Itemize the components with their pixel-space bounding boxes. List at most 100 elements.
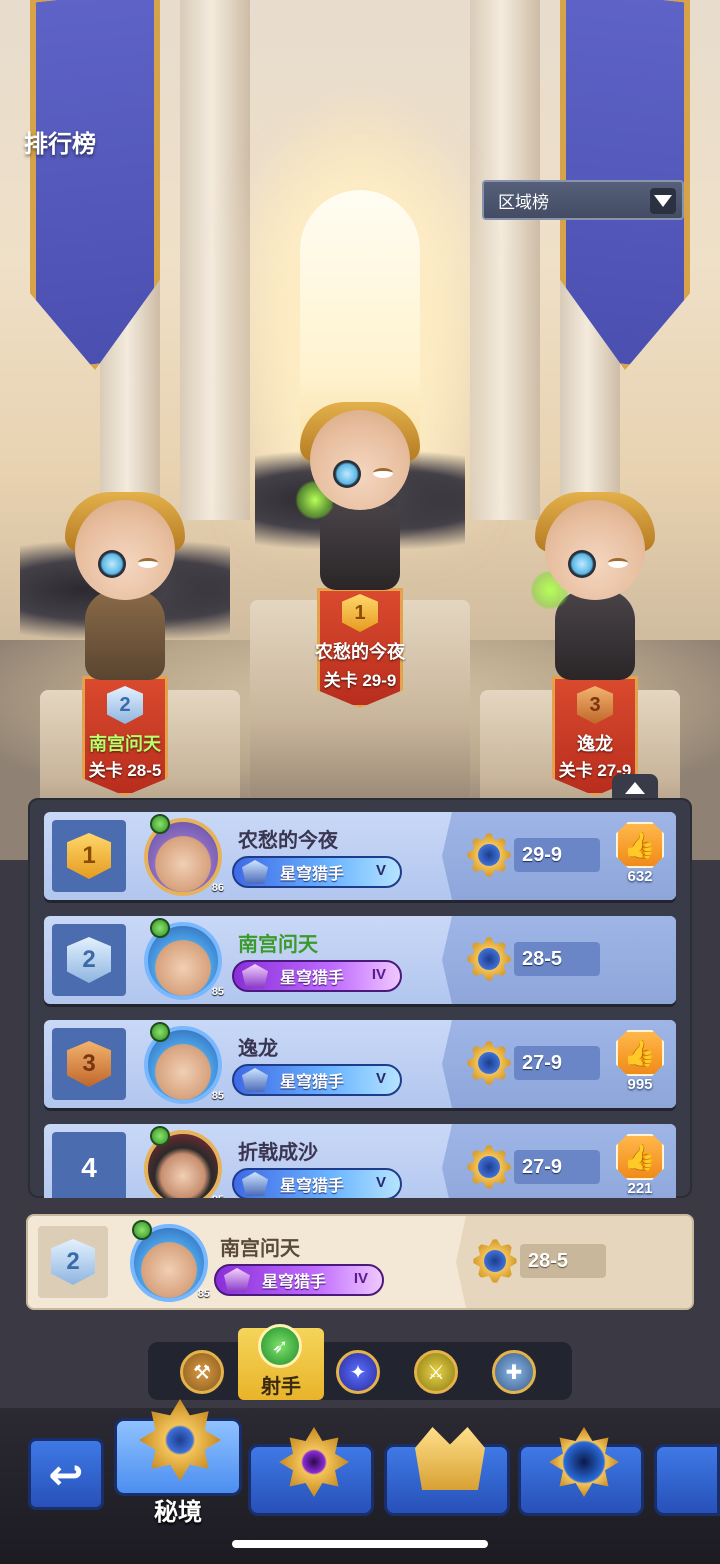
- player-name: 折戟成沙: [238, 1142, 318, 1164]
- goggle-icon: [568, 550, 596, 578]
- title-tier: IV: [371, 966, 386, 983]
- thumbs-up-icon[interactable]: 👍: [616, 1134, 664, 1180]
- archer-class-icon: [150, 1022, 170, 1042]
- podium-name-2: 南宫问天: [89, 734, 161, 754]
- stage-emblem-icon: [464, 1038, 514, 1088]
- title-emblem-icon: [224, 1268, 250, 1292]
- title-text: 星穹猎手: [262, 1274, 327, 1291]
- nav-tab-secret-realm[interactable]: [114, 1399, 242, 1496]
- rank-badge: 2: [51, 1239, 95, 1285]
- title-emblem-icon: [242, 964, 268, 988]
- class-tab-label: 射手: [261, 1376, 301, 1398]
- home-indicator: [232, 1540, 488, 1548]
- rank-badge: 3: [67, 1041, 111, 1087]
- mage-class-icon[interactable]: ✦: [336, 1350, 380, 1394]
- title-plate: 星穹猎手 V: [232, 1168, 402, 1198]
- title-emblem-icon: [242, 1172, 268, 1196]
- back-button[interactable]: ↩: [28, 1438, 104, 1510]
- nav-tab-crown[interactable]: [384, 1427, 510, 1516]
- pillar: [470, 0, 540, 520]
- nav-tab-more[interactable]: [654, 1444, 720, 1516]
- leaderboard-row[interactable]: 2 85 南宫问天 星穹猎手 IV 28-5: [44, 916, 676, 1004]
- leaderboard-row[interactable]: 4 85 折戟成沙 星穹猎手 V 27-9 👍 221: [44, 1124, 676, 1198]
- title-plate: 星穹猎手 IV: [232, 960, 402, 992]
- class-tab-archer[interactable]: ➶ 射手: [238, 1324, 324, 1400]
- archer-class-icon: [132, 1220, 152, 1240]
- title-emblem-icon: [242, 860, 268, 884]
- stage-value: 28-5: [514, 942, 600, 976]
- avatar-level: 85: [211, 986, 224, 998]
- title-text: 星穹猎手: [280, 1074, 345, 1091]
- hero-rank-2[interactable]: [20, 492, 230, 700]
- title-tier: V: [375, 862, 386, 879]
- title-text: 星穹猎手: [280, 1178, 345, 1195]
- title-text: 星穹猎手: [280, 866, 345, 883]
- crown-icon: [415, 1427, 485, 1490]
- rank-box: 4: [52, 1132, 126, 1198]
- chevron-down-icon: [650, 188, 676, 214]
- avatar-level: 85: [211, 1090, 224, 1102]
- title-tier: V: [375, 1070, 386, 1087]
- thumbs-up-icon[interactable]: 👍: [616, 822, 664, 868]
- nav-tab-void[interactable]: [248, 1427, 374, 1516]
- arena-background: 1 农愁的今夜 关卡 29-9 2 南宫问天 关卡 28-5 3 逸龙 关卡 2…: [0, 0, 720, 860]
- stage-emblem-icon: [464, 934, 514, 984]
- avatar-level: 85: [212, 1194, 224, 1198]
- secret-realm-icon: [139, 1399, 221, 1481]
- rank-box: 3: [52, 1028, 126, 1100]
- stage-emblem-icon: [464, 1142, 514, 1192]
- rank-box: 1: [52, 820, 126, 892]
- leaderboard-row[interactable]: 3 85 逸龙 星穹猎手 V 27-9 👍 995: [44, 1020, 676, 1108]
- my-rank-row[interactable]: 2 85 南宫问天 星穹猎手 IV 28-5: [28, 1216, 692, 1308]
- stage-value: 29-9: [514, 838, 600, 872]
- player-name: 南宫问天: [238, 934, 318, 956]
- avatar-level: 85: [197, 1288, 210, 1300]
- rank-number: 4: [81, 1152, 97, 1183]
- like-count: 995: [627, 1076, 653, 1093]
- stage-value: 28-5: [520, 1244, 606, 1278]
- rank-box: 2: [38, 1226, 108, 1298]
- rank-badge: 1: [67, 833, 111, 879]
- archer-class-icon: [150, 1126, 170, 1146]
- thumbs-up-icon[interactable]: 👍: [616, 1030, 664, 1076]
- page-title: 排行榜: [24, 131, 96, 158]
- podium-stage-2: 关卡 28-5: [88, 761, 162, 780]
- hero-rank-3[interactable]: [520, 492, 670, 700]
- rank-badge: 2: [67, 937, 111, 983]
- title-plate: 星穹猎手 V: [232, 856, 402, 888]
- title-text: 星穹猎手: [280, 970, 345, 987]
- podium-stage-1: 关卡 29-9: [323, 671, 397, 690]
- goggle-icon: [333, 460, 361, 488]
- pillar: [180, 0, 250, 520]
- priest-class-icon[interactable]: ✚: [492, 1350, 536, 1394]
- player-name: 南宫问天: [220, 1238, 300, 1260]
- region-dropdown[interactable]: 区域榜: [482, 180, 684, 220]
- archer-class-icon: [150, 814, 170, 834]
- assassin-class-icon[interactable]: ⚔: [414, 1350, 458, 1394]
- player-name: 逸龙: [238, 1038, 278, 1060]
- goggle-icon: [98, 550, 126, 578]
- warrior-class-icon[interactable]: ⚒: [180, 1350, 224, 1394]
- stage-value: 27-9: [514, 1046, 600, 1080]
- archer-class-icon: ➶: [258, 1324, 302, 1368]
- rank-box: 2: [52, 924, 126, 996]
- leaderboard-row[interactable]: 1 86 农愁的今夜 星穹猎手 V 29-9 👍 632: [44, 812, 676, 900]
- leaderboard-panel[interactable]: 1 86 农愁的今夜 星穹猎手 V 29-9 👍 632 2 85 南宫问天 星…: [28, 798, 692, 1198]
- nav-tab-compass[interactable]: [518, 1427, 644, 1516]
- title-tier: V: [375, 1174, 386, 1191]
- stage-emblem-icon: [470, 1236, 520, 1286]
- like-count: 632: [627, 868, 653, 885]
- title-plate: 星穹猎手 IV: [214, 1264, 384, 1296]
- void-eye-icon: [279, 1427, 349, 1497]
- stage-value: 27-9: [514, 1150, 600, 1184]
- class-filter-bar: ⚒ ➶ 射手 ✦ ⚔ ✚: [148, 1324, 572, 1400]
- archer-class-icon: [150, 918, 170, 938]
- stage-emblem-icon: [464, 830, 514, 880]
- nav-tab-label: 秘境: [154, 1499, 202, 1526]
- hero-rank-1[interactable]: [255, 402, 465, 610]
- podium-name-3: 逸龙: [577, 734, 613, 754]
- title-plate: 星穹猎手 V: [232, 1064, 402, 1096]
- like-count: 221: [627, 1180, 653, 1197]
- chevron-up-icon: [625, 782, 645, 794]
- podium-name-1: 农愁的今夜: [315, 642, 405, 662]
